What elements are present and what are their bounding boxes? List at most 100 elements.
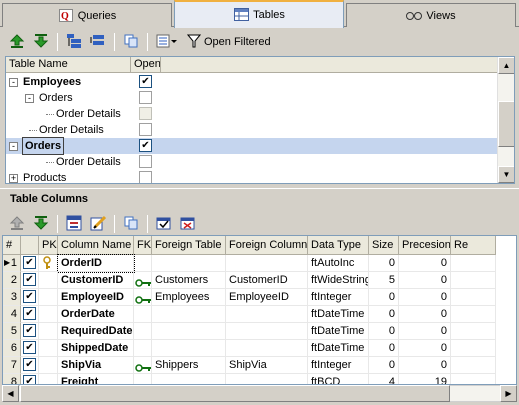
foreign-table-cell[interactable]: Employees <box>152 289 226 306</box>
precesion-cell[interactable]: 0 <box>399 323 451 340</box>
foreign-table-cell[interactable]: Customers <box>152 272 226 289</box>
col-header-pk[interactable]: PK <box>39 236 58 255</box>
include-checkbox[interactable]: ✔ <box>23 324 36 337</box>
foreign-table-cell[interactable] <box>152 340 226 357</box>
open-checkbox[interactable] <box>139 107 152 120</box>
open-checkbox[interactable] <box>139 155 152 168</box>
foreign-table-cell[interactable] <box>152 306 226 323</box>
table-row[interactable]: 8 ✔ Freight ftBCD 4 19 <box>3 374 496 384</box>
collapse-icon[interactable]: - <box>9 78 18 87</box>
col-header-table-name[interactable]: Table Name <box>6 57 131 73</box>
scroll-thumb[interactable] <box>498 101 514 147</box>
tree-row[interactable]: - Orders ✔ <box>6 137 499 155</box>
tree-row[interactable]: - Orders <box>6 90 499 106</box>
scroll-down-button[interactable]: ▼ <box>498 166 514 183</box>
table-row[interactable]: 5 ✔ RequiredDate ftDateTime 0 0 <box>3 323 496 340</box>
foreign-column-cell[interactable] <box>226 323 308 340</box>
data-type-cell[interactable]: ftAutoInc <box>308 255 369 272</box>
data-type-cell[interactable]: ftDateTime <box>308 340 369 357</box>
size-cell[interactable]: 5 <box>369 272 399 289</box>
foreign-column-cell[interactable] <box>226 340 308 357</box>
size-cell[interactable]: 0 <box>369 255 399 272</box>
foreign-table-cell[interactable]: Shippers <box>152 357 226 374</box>
tree-scrollbar[interactable]: ▲ ▼ <box>497 57 514 183</box>
col-header-precesion[interactable]: Precesion <box>399 236 451 255</box>
foreign-column-cell[interactable]: ShipVia <box>226 357 308 374</box>
open-checkbox[interactable]: ✔ <box>139 75 152 88</box>
size-cell[interactable]: 0 <box>369 357 399 374</box>
check-all-button[interactable] <box>153 213 175 235</box>
col-header-foreign-table[interactable]: Foreign Table <box>152 236 226 255</box>
open-checkbox[interactable]: ✔ <box>139 139 152 152</box>
include-checkbox[interactable]: ✔ <box>23 375 36 384</box>
collapse-icon[interactable]: - <box>9 142 18 151</box>
tree-row[interactable]: - Employees ✔ <box>6 74 499 90</box>
tree-row[interactable]: Order Details <box>6 154 499 170</box>
precesion-cell[interactable]: 0 <box>399 272 451 289</box>
view-options-dropdown[interactable] <box>153 31 181 53</box>
foreign-table-cell[interactable] <box>152 323 226 340</box>
col-header-foreign-column[interactable]: Foreign Column <box>226 236 308 255</box>
column-move-up-button[interactable] <box>6 213 28 235</box>
tree-row[interactable]: + Products <box>6 170 499 183</box>
col-header-fk[interactable]: FK <box>134 236 152 255</box>
size-cell[interactable]: 4 <box>369 374 399 384</box>
precesion-cell[interactable]: 0 <box>399 340 451 357</box>
data-type-cell[interactable]: ftWideString <box>308 272 369 289</box>
size-cell[interactable]: 0 <box>369 340 399 357</box>
data-type-cell[interactable]: ftInteger <box>308 289 369 306</box>
open-checkbox[interactable] <box>139 123 152 136</box>
foreign-table-cell[interactable] <box>152 255 226 272</box>
scroll-up-button[interactable]: ▲ <box>498 57 514 74</box>
column-name-cell[interactable]: OrderID <box>57 254 135 273</box>
col-header-column-name[interactable]: Column Name <box>58 236 134 255</box>
column-properties-button[interactable] <box>63 213 85 235</box>
column-name-cell[interactable]: ShipVia <box>58 357 134 374</box>
copy-columns-button[interactable] <box>120 213 142 235</box>
data-type-cell[interactable]: ftBCD <box>308 374 369 384</box>
include-checkbox[interactable]: ✔ <box>23 341 36 354</box>
precesion-cell[interactable]: 0 <box>399 255 451 272</box>
include-checkbox[interactable]: ✔ <box>23 273 36 286</box>
col-header-check[interactable] <box>21 236 39 255</box>
size-cell[interactable]: 0 <box>369 289 399 306</box>
size-cell[interactable]: 0 <box>369 306 399 323</box>
tab-tables[interactable]: Tables <box>174 0 344 28</box>
size-cell[interactable]: 0 <box>369 323 399 340</box>
data-type-cell[interactable]: ftDateTime <box>308 323 369 340</box>
col-header-number[interactable]: # <box>3 236 21 255</box>
open-checkbox[interactable] <box>139 171 152 183</box>
grid-horizontal-scrollbar[interactable]: ◀ ▶ <box>2 385 517 402</box>
precesion-cell[interactable]: 0 <box>399 289 451 306</box>
col-header-open[interactable]: Open <box>131 57 161 73</box>
precesion-cell[interactable]: 0 <box>399 357 451 374</box>
expand-icon[interactable]: + <box>9 174 18 183</box>
col-header-data-type[interactable]: Data Type <box>308 236 369 255</box>
tree-row[interactable]: Order Details <box>6 106 499 122</box>
table-row[interactable]: 2 ✔ CustomerID Customers CustomerID ftWideStr… <box>3 272 496 289</box>
include-checkbox[interactable]: ✔ <box>23 358 36 371</box>
scroll-right-button[interactable]: ▶ <box>500 385 517 402</box>
data-type-cell[interactable]: ftInteger <box>308 357 369 374</box>
horizontal-scroll-thumb[interactable] <box>20 385 450 402</box>
foreign-column-cell[interactable] <box>226 374 308 384</box>
column-name-cell[interactable]: RequiredDate <box>58 323 134 340</box>
table-row[interactable]: 3 ✔ EmployeeID Employees EmployeeID ftInteger… <box>3 289 496 306</box>
column-name-cell[interactable]: Freight <box>58 374 134 384</box>
tab-views[interactable]: Views <box>346 3 516 27</box>
column-name-cell[interactable]: ShippedDate <box>58 340 134 357</box>
table-row[interactable]: 4 ✔ OrderDate ftDateTime 0 0 <box>3 306 496 323</box>
tree-row[interactable]: Order Details <box>6 122 499 138</box>
move-down-button[interactable] <box>30 31 52 53</box>
uncheck-all-button[interactable] <box>177 213 199 235</box>
collapse-tree-button[interactable] <box>87 31 109 53</box>
column-name-cell[interactable]: CustomerID <box>58 272 134 289</box>
col-header-size[interactable]: Size <box>369 236 399 255</box>
open-checkbox[interactable] <box>139 91 152 104</box>
foreign-column-cell[interactable] <box>226 306 308 323</box>
expand-tree-button[interactable] <box>63 31 85 53</box>
scroll-left-button[interactable]: ◀ <box>2 385 19 402</box>
edit-column-button[interactable] <box>87 213 109 235</box>
table-row[interactable]: 7 ✔ ShipVia Shippers ShipVia ftInteger 0 0 <box>3 357 496 374</box>
column-name-cell[interactable]: EmployeeID <box>58 289 134 306</box>
